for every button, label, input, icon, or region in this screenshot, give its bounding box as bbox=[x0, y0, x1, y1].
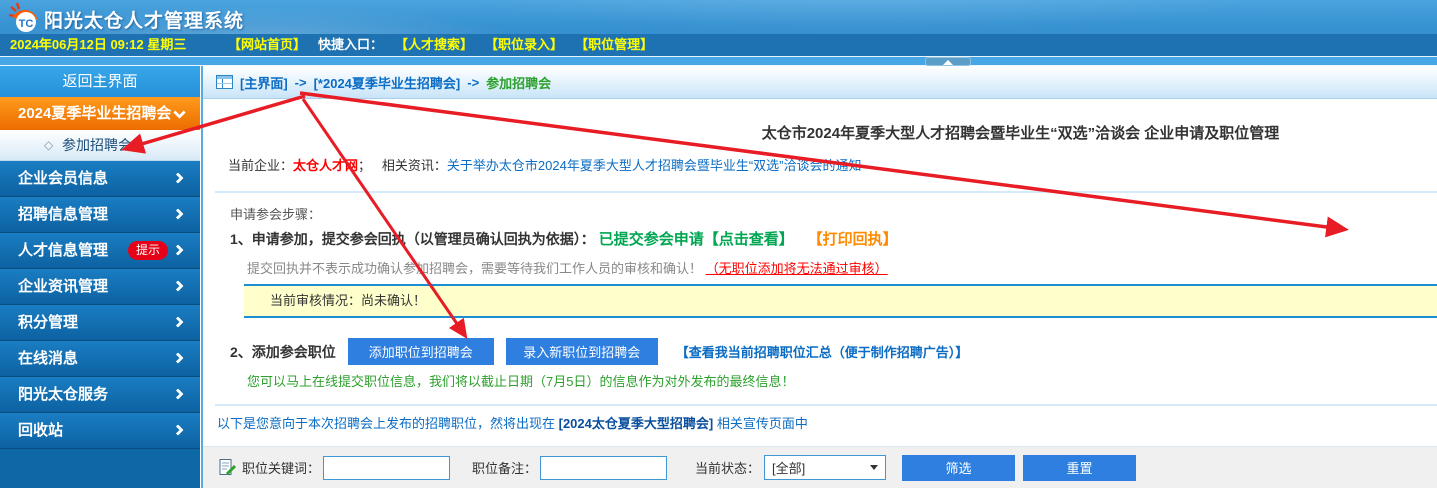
subitem-label: 参加招聘会 bbox=[62, 137, 132, 153]
nav-label: 企业会员信息 bbox=[18, 170, 108, 187]
quick-entry-label: 快捷入口： bbox=[318, 34, 383, 56]
sidebar-item-recycle-bin[interactable]: 回收站 bbox=[0, 413, 200, 449]
positions-note-before: 以下是您意向于本次招聘会上发布的招聘职位，然将出现在 bbox=[217, 416, 559, 431]
nav-label: 阳光太仓服务 bbox=[18, 386, 108, 403]
divider bbox=[215, 404, 1437, 406]
chevron-right-icon bbox=[172, 280, 183, 291]
alert-badge: 提示 bbox=[128, 241, 168, 260]
positions-note-after: 相关宣传页面中 bbox=[713, 416, 808, 431]
view-application-link[interactable]: 【点击查看】 bbox=[704, 231, 794, 248]
nav-label: 招聘信息管理 bbox=[18, 206, 108, 223]
sidebar-item-services[interactable]: 阳光太仓服务 bbox=[0, 377, 200, 413]
header-bar: TC 阳光太仓人才管理系统 bbox=[0, 0, 1437, 34]
sidebar-item-talent-info[interactable]: 人才信息管理 提示 bbox=[0, 233, 200, 269]
nav-label: 人才信息管理 bbox=[18, 242, 108, 259]
back-to-main-button[interactable]: 返回主界面 bbox=[0, 66, 200, 97]
step1-label: 1、申请参加，提交参会回执（以管理员确认回执为依据）： bbox=[230, 231, 595, 247]
quick-link-talent-search[interactable]: 【人才搜索】 bbox=[395, 34, 473, 56]
step2-label: 2、添加参会职位 bbox=[230, 342, 336, 362]
sidebar-item-member-info[interactable]: 企业会员信息 bbox=[0, 161, 200, 197]
quick-links: 【网站首页】 快捷入口： 【人才搜索】 【职位录入】 【职位管理】 bbox=[228, 34, 653, 56]
window-icon bbox=[216, 75, 233, 89]
company-separator: ； bbox=[358, 158, 371, 173]
reset-button[interactable]: 重置 bbox=[1023, 455, 1136, 481]
nav-label: 企业资讯管理 bbox=[18, 278, 108, 295]
note-text: 提交回执并不表示成功确认参加招聘会，需要等待我们工作人员的审核和确认！ bbox=[247, 261, 702, 276]
app-title: 阳光太仓人才管理系统 bbox=[44, 6, 244, 33]
news-link[interactable]: 关于举办太仓市2024年夏季大型人才招聘会暨毕业生“双选”洽谈会的通知 bbox=[447, 158, 862, 173]
collapse-header-tab[interactable] bbox=[925, 57, 971, 66]
app-window: TC 阳光太仓人才管理系统 2024年06月12日 09:12 星期三 【网站首… bbox=[0, 0, 1437, 488]
divider bbox=[215, 191, 1437, 193]
nav-label: 积分管理 bbox=[18, 314, 78, 331]
audit-label: 当前审核情况： bbox=[270, 293, 361, 308]
keyword-label: 职位关键词： bbox=[242, 458, 320, 477]
sidebar-item-company-news[interactable]: 企业资讯管理 bbox=[0, 269, 200, 305]
positions-note: 以下是您意向于本次招聘会上发布的招聘职位，然将出现在 [2024太仓夏季大型招聘… bbox=[217, 413, 808, 432]
status-select[interactable]: [全部] bbox=[764, 455, 886, 480]
page-title: 太仓市2024年夏季大型人才招聘会暨毕业生“双选”洽谈会 企业申请及职位管理 bbox=[204, 122, 1437, 143]
step1-line: 1、申请参加，提交参会回执（以管理员确认回执为依据）： 已提交参会申请【点击查看… bbox=[230, 228, 898, 249]
positions-note-highlight: [2024太仓夏季大型招聘会] bbox=[559, 416, 714, 431]
position-filter-bar: 职位关键词： 职位备注： 当前状态： [全部] 筛选 重置 bbox=[203, 446, 1437, 488]
breadcrumb: [主界面] -> [*2024夏季毕业生招聘会] -> 参加招聘会 bbox=[203, 66, 1437, 99]
status-select-value: [全部] bbox=[772, 458, 805, 477]
nav-label: 回收站 bbox=[18, 422, 63, 439]
collapse-up-icon bbox=[943, 60, 953, 65]
header-strip bbox=[0, 57, 1437, 66]
sidebar-item-points-manage[interactable]: 积分管理 bbox=[0, 305, 200, 341]
diamond-icon: ◇ bbox=[44, 130, 53, 161]
add-position-button[interactable]: 添加职位到招聘会 bbox=[348, 338, 494, 365]
chevron-right-icon bbox=[172, 316, 183, 327]
step1-status: 已提交参会申请 bbox=[599, 231, 704, 248]
chevron-right-icon bbox=[172, 208, 183, 219]
chevron-right-icon bbox=[172, 352, 183, 363]
quick-link-position-manage[interactable]: 【职位管理】 bbox=[575, 34, 653, 56]
chevron-right-icon bbox=[172, 172, 183, 183]
note-warning: （无职位添加将无法通过审核） bbox=[706, 261, 888, 276]
chevron-right-icon bbox=[172, 388, 183, 399]
quick-bar: 2024年06月12日 09:12 星期三 【网站首页】 快捷入口： 【人才搜索… bbox=[0, 34, 1437, 57]
nav-label: 在线消息 bbox=[18, 350, 78, 367]
select-caret-icon bbox=[870, 465, 878, 470]
breadcrumb-event[interactable]: [*2024夏季毕业生招聘会] bbox=[314, 73, 461, 92]
breadcrumb-separator: -> bbox=[295, 75, 307, 90]
breadcrumb-separator: -> bbox=[467, 75, 479, 90]
chevron-down-icon bbox=[173, 106, 186, 119]
breadcrumb-current: 参加招聘会 bbox=[486, 73, 551, 92]
company-name: 太仓人才网 bbox=[293, 158, 358, 173]
event-menu-label: 2024夏季毕业生招聘会 bbox=[18, 105, 171, 122]
logo-sun-icon: TC bbox=[8, 2, 40, 34]
chevron-right-icon bbox=[172, 424, 183, 435]
remark-input[interactable] bbox=[540, 456, 667, 480]
company-line: 当前企业：太仓人才网； 相关资讯：关于举办太仓市2024年夏季大型人才招聘会暨毕… bbox=[228, 155, 862, 174]
quick-link-position-entry[interactable]: 【职位录入】 bbox=[485, 34, 563, 56]
new-position-button[interactable]: 录入新职位到招聘会 bbox=[506, 338, 658, 365]
sidebar-item-job-fair-2024[interactable]: 2024夏季毕业生招聘会 bbox=[0, 97, 200, 130]
remark-label: 职位备注： bbox=[472, 458, 537, 477]
logo-monogram: TC bbox=[19, 18, 34, 30]
position-summary-link[interactable]: 【查看我当前招聘职位汇总（便于制作招聘广告）】 bbox=[676, 342, 969, 361]
company-label: 当前企业： bbox=[228, 158, 293, 173]
news-label: 相关资讯： bbox=[382, 158, 447, 173]
home-link[interactable]: 【网站首页】 bbox=[228, 34, 306, 56]
step2-tip: 您可以马上在线提交职位信息，我们将以截止日期（7月5日）的信息作为对外发布的最终… bbox=[247, 371, 794, 390]
sidebar-item-recruit-info[interactable]: 招聘信息管理 bbox=[0, 197, 200, 233]
print-receipt-link[interactable]: 【打印回执】 bbox=[808, 231, 898, 248]
sidebar-item-online-messages[interactable]: 在线消息 bbox=[0, 341, 200, 377]
audit-status: 尚未确认！ bbox=[361, 293, 426, 308]
datetime-text: 2024年06月12日 09:12 星期三 bbox=[10, 34, 186, 56]
filter-button[interactable]: 筛选 bbox=[902, 455, 1015, 481]
breadcrumb-home[interactable]: [主界面] bbox=[240, 73, 288, 92]
steps-title: 申请参会步骤： bbox=[230, 204, 321, 223]
step1-note: 提交回执并不表示成功确认参加招聘会，需要等待我们工作人员的审核和确认！ （无职位… bbox=[247, 258, 888, 277]
edit-document-icon bbox=[219, 458, 237, 477]
audit-status-box: 当前审核情况：尚未确认！ bbox=[244, 284, 1437, 318]
step2-row: 2、添加参会职位 添加职位到招聘会 录入新职位到招聘会 【查看我当前招聘职位汇总… bbox=[230, 338, 968, 365]
keyword-input[interactable] bbox=[323, 456, 450, 480]
chevron-right-icon bbox=[172, 244, 183, 255]
status-label: 当前状态： bbox=[695, 458, 760, 477]
sidebar: 返回主界面 2024夏季毕业生招聘会 ◇ 参加招聘会 企业会员信息 招聘信息管理… bbox=[0, 66, 200, 488]
sidebar-subitem-join-fair-active[interactable]: ◇ 参加招聘会 bbox=[0, 130, 200, 161]
